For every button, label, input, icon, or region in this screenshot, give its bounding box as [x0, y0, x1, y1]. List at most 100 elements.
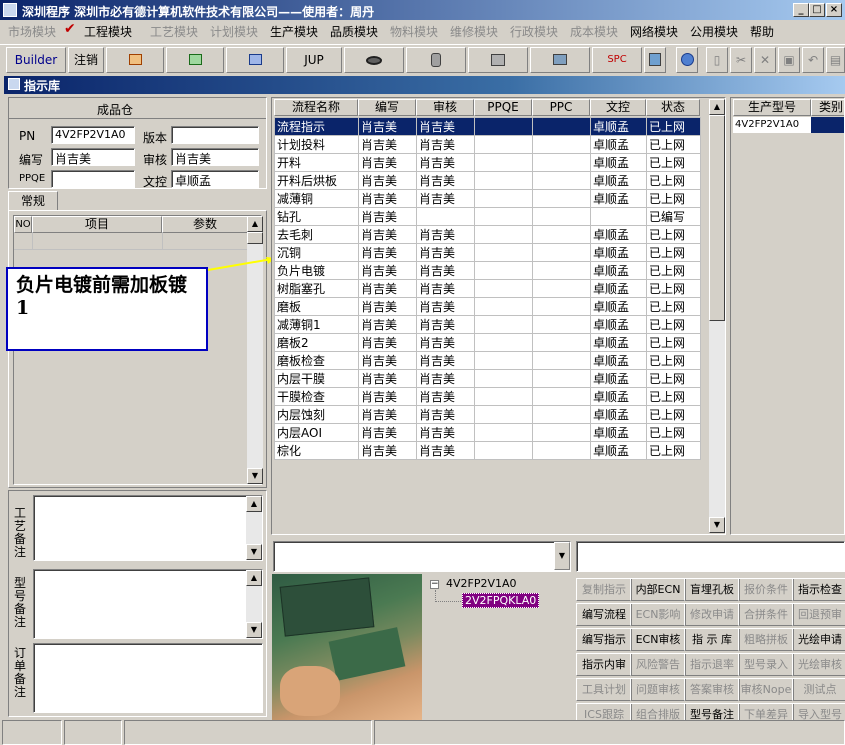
- function-button[interactable]: 测试点: [792, 678, 845, 701]
- table-cell[interactable]: 已上网: [646, 171, 701, 190]
- table-row[interactable]: 钻孔 肖吉美 已编写: [274, 207, 701, 226]
- function-button[interactable]: 编写指示: [576, 628, 632, 651]
- table-cell[interactable]: 肖吉美: [358, 423, 417, 442]
- scroll-thumb[interactable]: [247, 232, 263, 244]
- table-cell[interactable]: 干膜检查: [274, 387, 359, 406]
- model-filter-input[interactable]: [576, 541, 845, 572]
- table-cell[interactable]: [532, 315, 591, 334]
- category-cell[interactable]: [811, 117, 844, 133]
- menu-admin[interactable]: 行政模块: [510, 23, 558, 40]
- table-cell[interactable]: [474, 369, 533, 388]
- function-button[interactable]: 报价条件: [738, 578, 794, 601]
- scroll-up-button[interactable]: ▲: [709, 99, 725, 115]
- table-cell[interactable]: 卓顺孟: [590, 405, 647, 424]
- table-row[interactable]: 磨板检查 肖吉美 肖吉美 卓顺孟 已上网: [274, 351, 701, 370]
- table-cell[interactable]: 开料后烘板: [274, 171, 359, 190]
- table-cell[interactable]: 肖吉美: [416, 387, 475, 406]
- review-field[interactable]: 肖吉美: [171, 148, 259, 166]
- table-cell[interactable]: 已上网: [646, 387, 701, 406]
- table-cell[interactable]: 肖吉美: [416, 333, 475, 352]
- table-row[interactable]: 磨板2 肖吉美 肖吉美 卓顺孟 已上网: [274, 333, 701, 352]
- table-cell[interactable]: [474, 117, 533, 136]
- function-button[interactable]: 复制指示: [576, 578, 632, 601]
- table-cell[interactable]: 肖吉美: [358, 153, 417, 172]
- table-row[interactable]: 减薄铜1 肖吉美 肖吉美 卓顺孟 已上网: [274, 315, 701, 334]
- col-header-flow[interactable]: 审核: [416, 99, 474, 116]
- preview-button[interactable]: ▤: [826, 47, 845, 73]
- logout-button[interactable]: 注销: [68, 47, 104, 73]
- scroll-up-button[interactable]: ▲: [246, 570, 262, 586]
- close-button[interactable]: ×: [826, 3, 842, 17]
- function-button[interactable]: 工具计划: [576, 678, 632, 701]
- table-cell[interactable]: [532, 279, 591, 298]
- table-cell[interactable]: 已上网: [646, 117, 701, 136]
- function-button[interactable]: 组合排版: [630, 703, 686, 720]
- table-row[interactable]: 减薄铜 肖吉美 肖吉美 卓顺孟 已上网: [274, 189, 701, 208]
- tree-child-node[interactable]: 2V2FPQKLA0: [462, 593, 540, 608]
- scroll-down-button[interactable]: ▼: [246, 622, 262, 638]
- version-field[interactable]: [171, 126, 259, 144]
- table-cell[interactable]: [532, 243, 591, 262]
- table-cell[interactable]: 卓顺孟: [590, 441, 647, 460]
- table-cell[interactable]: 肖吉美: [358, 117, 417, 136]
- process-remark-field[interactable]: ▲ ▼: [33, 495, 263, 561]
- table-cell[interactable]: 已上网: [646, 333, 701, 352]
- col-header-param[interactable]: 参数: [162, 216, 248, 233]
- table-cell[interactable]: 肖吉美: [416, 315, 475, 334]
- col-header-flow[interactable]: 状态: [646, 99, 700, 116]
- table-cell[interactable]: 钻孔: [274, 207, 359, 226]
- table-cell[interactable]: 已上网: [646, 297, 701, 316]
- table-cell[interactable]: [474, 423, 533, 442]
- table-cell[interactable]: [474, 261, 533, 280]
- table-cell[interactable]: [474, 207, 533, 226]
- function-button[interactable]: 光绘审核: [792, 653, 845, 676]
- table-cell[interactable]: 肖吉美: [416, 297, 475, 316]
- function-button[interactable]: ICS跟踪: [576, 703, 632, 720]
- table-cell[interactable]: [532, 117, 591, 136]
- table-row[interactable]: 磨板 肖吉美 肖吉美 卓顺孟 已上网: [274, 297, 701, 316]
- scroll-down-button[interactable]: ▼: [709, 517, 725, 533]
- table-cell[interactable]: [474, 243, 533, 262]
- cut-button[interactable]: ✂: [730, 47, 752, 73]
- table-cell[interactable]: 肖吉美: [358, 369, 417, 388]
- scroll-thumb[interactable]: [709, 115, 725, 321]
- table-cell[interactable]: [474, 225, 533, 244]
- col-header-category[interactable]: 类别: [811, 99, 844, 116]
- table-cell[interactable]: 肖吉美: [416, 405, 475, 424]
- table-cell[interactable]: 已上网: [646, 351, 701, 370]
- table-cell[interactable]: 肖吉美: [358, 441, 417, 460]
- function-button[interactable]: ECN影响: [630, 603, 686, 626]
- col-header-flow[interactable]: PPQE: [474, 99, 532, 116]
- table-cell[interactable]: [532, 405, 591, 424]
- table-cell[interactable]: [474, 405, 533, 424]
- table-cell[interactable]: 肖吉美: [416, 423, 475, 442]
- table-row[interactable]: 沉铜 肖吉美 肖吉美 卓顺孟 已上网: [274, 243, 701, 262]
- table-cell[interactable]: 肖吉美: [416, 225, 475, 244]
- table-cell[interactable]: 卓顺孟: [590, 423, 647, 442]
- table-cell[interactable]: 肖吉美: [416, 135, 475, 154]
- table-cell[interactable]: 已编写: [646, 207, 701, 226]
- word-button[interactable]: [226, 47, 284, 73]
- table-cell[interactable]: 卓顺孟: [590, 225, 647, 244]
- function-button[interactable]: 内部ECN: [630, 578, 686, 601]
- table-cell[interactable]: [474, 279, 533, 298]
- table-row[interactable]: 计划投料 肖吉美 肖吉美 卓顺孟 已上网: [274, 135, 701, 154]
- network-button[interactable]: [468, 47, 528, 73]
- model-cell[interactable]: 4V2FP2V1A0: [733, 117, 811, 133]
- spc-button[interactable]: SPC: [592, 47, 642, 73]
- table-row[interactable]: 去毛刺 肖吉美 肖吉美 卓顺孟 已上网: [274, 225, 701, 244]
- menu-material[interactable]: 物料模块: [390, 23, 438, 40]
- table-cell[interactable]: 卓顺孟: [590, 189, 647, 208]
- table-cell[interactable]: [474, 387, 533, 406]
- function-button[interactable]: 指示检查: [792, 578, 845, 601]
- chevron-down-icon[interactable]: ▼: [554, 542, 570, 570]
- internet-button[interactable]: [676, 47, 698, 73]
- table-row[interactable]: 流程指示 肖吉美 肖吉美 卓顺孟 已上网: [274, 117, 701, 136]
- table-cell[interactable]: 卓顺孟: [590, 117, 647, 136]
- col-header-flow[interactable]: 流程名称: [274, 99, 358, 116]
- table-cell[interactable]: 已上网: [646, 441, 701, 460]
- table-cell[interactable]: 肖吉美: [358, 279, 417, 298]
- table-cell[interactable]: 减薄铜: [274, 189, 359, 208]
- table-cell[interactable]: 肖吉美: [358, 261, 417, 280]
- table-cell[interactable]: 肖吉美: [358, 189, 417, 208]
